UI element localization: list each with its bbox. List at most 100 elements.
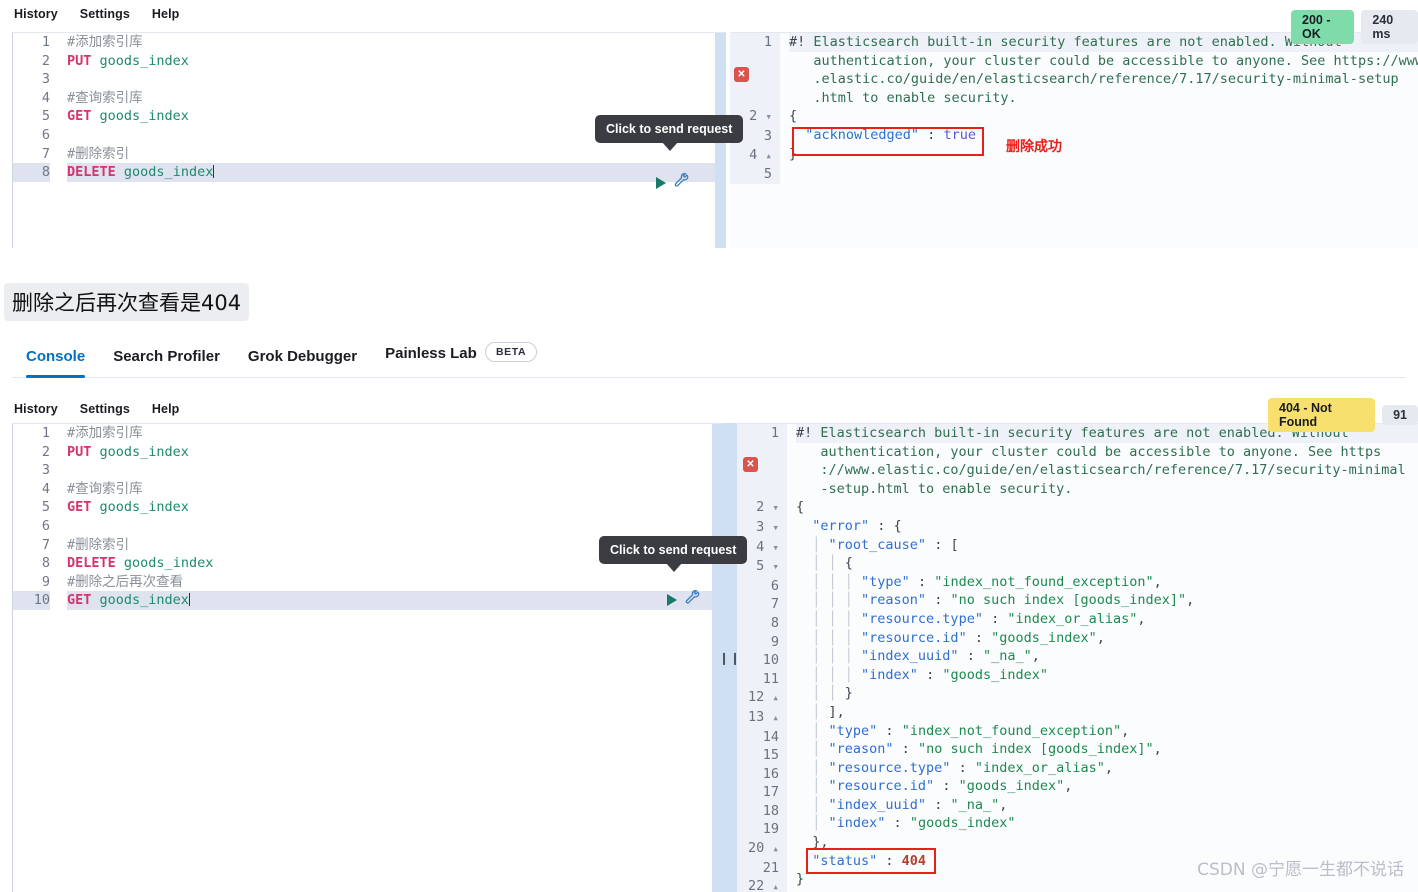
- csdn-watermark: CSDN @宁愿一生都不说话: [1197, 860, 1404, 880]
- tab-painless-lab-label: Painless Lab: [385, 345, 477, 362]
- editor-line[interactable]: DELETE goods_index: [67, 163, 726, 182]
- editor-line[interactable]: PUT goods_index: [67, 52, 726, 71]
- output-line-number: 21: [762, 859, 779, 876]
- bottom-output-gutter: 1 2 ▾ 3 ▾ 4 ▾ 5 ▾ 6 7 8 9 10 11 12 ▴ 13 ▴ 14 15 16 17 18…: [737, 424, 787, 892]
- output-line-number: 12 ▴: [747, 689, 779, 706]
- error-marker-icon[interactable]: ✕: [743, 457, 758, 472]
- output-line: │ "index_uuid" : "_na_",: [796, 796, 1008, 813]
- annotation-delete-success: 删除成功: [1006, 139, 1062, 155]
- editor-line[interactable]: #删除之后再次查看: [67, 573, 723, 592]
- resize-handle-icon[interactable]: ❙❙: [719, 423, 740, 892]
- menu-item-help[interactable]: Help: [152, 402, 180, 416]
- bottom-status-row: 404 - Not Found 91: [1268, 398, 1418, 432]
- editor-line[interactable]: GET goods_index: [67, 498, 723, 517]
- output-line: -setup.html to enable security.: [796, 480, 1073, 497]
- editor-line[interactable]: PUT goods_index: [67, 443, 723, 462]
- play-icon[interactable]: [656, 177, 666, 189]
- bottom-output-code: #! Elasticsearch built-in security featu…: [787, 424, 1418, 892]
- editor-line[interactable]: #查询索引库: [67, 480, 723, 499]
- bottom-editor-code[interactable]: #添加索引库 PUT goods_index #查询索引库 GET goods_in…: [59, 424, 723, 610]
- output-line-number: 9: [770, 633, 779, 650]
- play-icon[interactable]: [667, 594, 677, 606]
- line-number: 4: [41, 480, 50, 497]
- editor-line[interactable]: [67, 517, 723, 536]
- bottom-menubar: History Settings Help: [0, 395, 194, 423]
- output-line: authentication, your cluster could be ac…: [796, 443, 1382, 460]
- editor-line[interactable]: #删除索引: [67, 145, 726, 164]
- output-line-number: 3 ▾: [756, 518, 779, 535]
- output-line: },: [796, 834, 829, 851]
- line-number: 3: [41, 71, 50, 88]
- top-response-output[interactable]: 1 2 ▾ 3 4 ▴ 5 #! Elasticsearch built-in sec…: [730, 32, 1418, 248]
- output-line: .elastic.co/guide/en/elasticsearch/refer…: [789, 71, 1399, 88]
- output-line: │ "type" : "index_not_found_exception",: [796, 722, 1130, 739]
- output-line-number: 2 ▾: [756, 499, 779, 516]
- bottom-editor-gutter: 1 2 3 4 5 6 7 8 9 10: [13, 424, 59, 610]
- bottom-console-section: Console Search Profiler Grok Debugger Pa…: [0, 340, 1418, 892]
- wrench-icon[interactable]: [684, 589, 701, 611]
- output-line: {: [789, 108, 798, 125]
- output-line-number: 4 ▴: [749, 146, 772, 163]
- output-line-number: 1: [730, 33, 772, 52]
- line-number: 1: [41, 34, 50, 50]
- output-line-number: 5: [763, 166, 772, 183]
- top-editor-code[interactable]: #添加索引库 PUT goods_index #查询索引库 GET goods_in…: [59, 33, 726, 182]
- menu-item-settings[interactable]: Settings: [80, 7, 130, 21]
- tab-search-profiler[interactable]: Search Profiler: [99, 348, 234, 377]
- wrench-icon[interactable]: [673, 172, 690, 194]
- output-line: │ │ │ "index_uuid" : "_na_",: [796, 648, 1040, 665]
- output-line-number: 15: [762, 747, 779, 764]
- tab-grok-debugger[interactable]: Grok Debugger: [234, 348, 371, 377]
- output-line: authentication, your cluster could be ac…: [789, 52, 1418, 69]
- app-tabs: Console Search Profiler Grok Debugger Pa…: [12, 342, 1406, 378]
- output-line-number: 20 ▴: [747, 840, 779, 857]
- output-line: │ ],: [796, 703, 845, 720]
- line-number: 6: [41, 517, 50, 534]
- tab-console[interactable]: Console: [12, 348, 99, 378]
- bottom-send-request-tooltip: Click to send request: [599, 536, 748, 572]
- bottom-request-actions[interactable]: [667, 589, 701, 611]
- top-status-row: 200 - OK 240 ms: [1291, 10, 1418, 44]
- output-line: │ │ }: [796, 685, 853, 702]
- top-menubar: History Settings Help: [0, 0, 1418, 28]
- tab-console-label: Console: [26, 348, 86, 365]
- output-line-number: 16: [762, 765, 779, 782]
- output-line-number: 1: [737, 424, 779, 443]
- line-number: 8: [13, 163, 50, 182]
- bottom-response-output[interactable]: 1 2 ▾ 3 ▾ 4 ▾ 5 ▾ 6 7 8 9 10 11 12 ▴ 13 ▴ 14 15 16 17 18…: [737, 423, 1418, 892]
- output-line-number: 18: [762, 802, 779, 819]
- editor-line[interactable]: [67, 70, 726, 89]
- output-line-number: 6: [770, 577, 779, 594]
- output-line: "acknowledged" : true: [789, 126, 976, 143]
- output-line-number: 10: [762, 652, 779, 669]
- tab-painless-lab[interactable]: Painless Lab BETA: [371, 342, 551, 377]
- editor-line[interactable]: #添加索引库: [67, 33, 726, 52]
- line-number: 10: [13, 591, 50, 610]
- top-output-code: #! Elasticsearch built-in security featu…: [780, 33, 1418, 184]
- error-marker-icon[interactable]: ✕: [734, 67, 749, 82]
- editor-line[interactable]: #查询索引库: [67, 89, 726, 108]
- top-request-actions[interactable]: [656, 172, 690, 194]
- output-line-number: 22 ▴: [747, 878, 779, 892]
- editor-line[interactable]: [67, 461, 723, 480]
- top-send-request-tooltip: Click to send request: [595, 115, 744, 151]
- editor-line[interactable]: GET goods_index: [67, 591, 723, 610]
- menu-item-history[interactable]: History: [14, 7, 58, 21]
- top-editor-gutter: 12345678: [13, 33, 59, 182]
- output-line: │ │ │ "index" : "goods_index": [796, 666, 1048, 683]
- line-number: 5: [41, 108, 50, 125]
- output-line-number: [737, 480, 779, 499]
- output-line: │ │ │ "reason" : "no such index [goods_i…: [796, 592, 1195, 609]
- editor-line[interactable]: #添加索引库: [67, 424, 723, 443]
- menu-item-help[interactable]: Help: [152, 7, 180, 21]
- line-number: 2: [41, 443, 50, 460]
- bottom-request-editor[interactable]: 1 2 3 4 5 6 7 8 9 10 #添加索引库 PUT goods_index #查询索引库…: [12, 423, 723, 892]
- output-line-number: 17: [762, 784, 779, 801]
- line-number: 6: [41, 126, 50, 143]
- menu-item-settings[interactable]: Settings: [80, 402, 130, 416]
- output-line: │ "root_cause" : [: [796, 536, 959, 553]
- output-line: "error" : {: [796, 517, 902, 534]
- output-line: }: [789, 145, 798, 162]
- menu-item-history[interactable]: History: [14, 402, 58, 416]
- output-line: │ │ │ "resource.id" : "goods_index",: [796, 629, 1105, 646]
